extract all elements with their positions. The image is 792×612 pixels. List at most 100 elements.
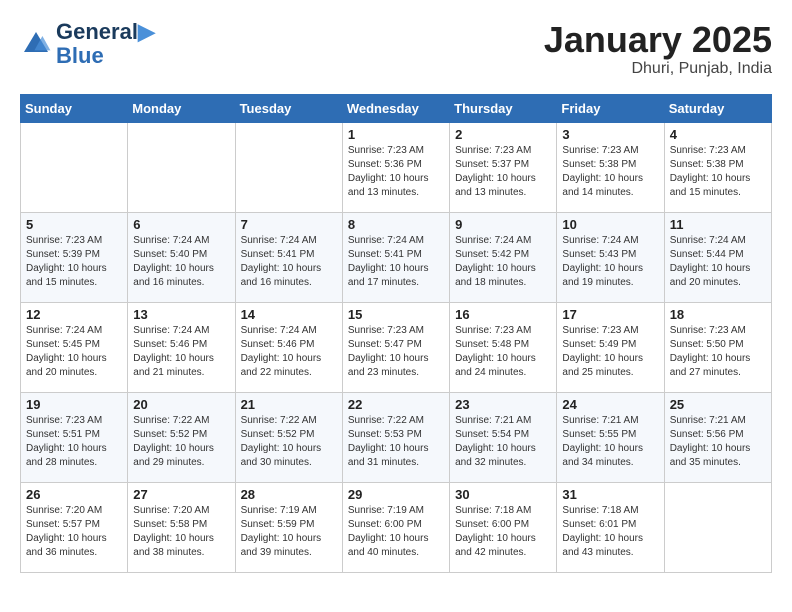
day-number: 18	[670, 307, 766, 322]
day-info: Sunrise: 7:24 AMSunset: 5:46 PMDaylight:…	[133, 324, 229, 380]
day-number: 10	[562, 217, 658, 232]
day-number: 3	[562, 127, 658, 142]
day-number: 29	[348, 487, 444, 502]
calendar-cell: 30 Sunrise: 7:18 AMSunset: 6:00 PMDaylig…	[450, 482, 557, 572]
calendar-cell: 20 Sunrise: 7:22 AMSunset: 5:52 PMDaylig…	[128, 392, 235, 482]
day-info: Sunrise: 7:22 AMSunset: 5:52 PMDaylight:…	[241, 414, 337, 470]
day-info: Sunrise: 7:18 AMSunset: 6:00 PMDaylight:…	[455, 504, 551, 560]
title-block: January 2025 Dhuri, Punjab, India	[544, 20, 772, 78]
calendar-cell: 6 Sunrise: 7:24 AMSunset: 5:40 PMDayligh…	[128, 212, 235, 302]
calendar-cell: 5 Sunrise: 7:23 AMSunset: 5:39 PMDayligh…	[21, 212, 128, 302]
weekday-header-saturday: Saturday	[664, 94, 771, 122]
logo-icon	[20, 28, 52, 60]
day-number: 13	[133, 307, 229, 322]
calendar-cell: 31 Sunrise: 7:18 AMSunset: 6:01 PMDaylig…	[557, 482, 664, 572]
day-number: 12	[26, 307, 122, 322]
calendar-cell: 8 Sunrise: 7:24 AMSunset: 5:41 PMDayligh…	[342, 212, 449, 302]
calendar-cell: 28 Sunrise: 7:19 AMSunset: 5:59 PMDaylig…	[235, 482, 342, 572]
day-info: Sunrise: 7:24 AMSunset: 5:43 PMDaylight:…	[562, 234, 658, 290]
calendar-cell: 23 Sunrise: 7:21 AMSunset: 5:54 PMDaylig…	[450, 392, 557, 482]
day-info: Sunrise: 7:24 AMSunset: 5:40 PMDaylight:…	[133, 234, 229, 290]
day-info: Sunrise: 7:23 AMSunset: 5:38 PMDaylight:…	[670, 144, 766, 200]
day-info: Sunrise: 7:21 AMSunset: 5:56 PMDaylight:…	[670, 414, 766, 470]
weekday-header-friday: Friday	[557, 94, 664, 122]
day-info: Sunrise: 7:24 AMSunset: 5:41 PMDaylight:…	[241, 234, 337, 290]
day-info: Sunrise: 7:23 AMSunset: 5:49 PMDaylight:…	[562, 324, 658, 380]
calendar-cell: 26 Sunrise: 7:20 AMSunset: 5:57 PMDaylig…	[21, 482, 128, 572]
calendar-cell: 3 Sunrise: 7:23 AMSunset: 5:38 PMDayligh…	[557, 122, 664, 212]
day-info: Sunrise: 7:24 AMSunset: 5:46 PMDaylight:…	[241, 324, 337, 380]
calendar-cell: 29 Sunrise: 7:19 AMSunset: 6:00 PMDaylig…	[342, 482, 449, 572]
day-info: Sunrise: 7:20 AMSunset: 5:58 PMDaylight:…	[133, 504, 229, 560]
day-number: 16	[455, 307, 551, 322]
day-info: Sunrise: 7:21 AMSunset: 5:55 PMDaylight:…	[562, 414, 658, 470]
day-number: 17	[562, 307, 658, 322]
day-info: Sunrise: 7:23 AMSunset: 5:39 PMDaylight:…	[26, 234, 122, 290]
calendar-cell	[664, 482, 771, 572]
day-number: 22	[348, 397, 444, 412]
logo-text: General▶ Blue	[56, 20, 155, 68]
weekday-header-thursday: Thursday	[450, 94, 557, 122]
calendar-cell: 22 Sunrise: 7:22 AMSunset: 5:53 PMDaylig…	[342, 392, 449, 482]
day-info: Sunrise: 7:19 AMSunset: 5:59 PMDaylight:…	[241, 504, 337, 560]
calendar-cell: 15 Sunrise: 7:23 AMSunset: 5:47 PMDaylig…	[342, 302, 449, 392]
day-info: Sunrise: 7:24 AMSunset: 5:45 PMDaylight:…	[26, 324, 122, 380]
calendar-cell	[128, 122, 235, 212]
calendar-cell: 21 Sunrise: 7:22 AMSunset: 5:52 PMDaylig…	[235, 392, 342, 482]
weekday-header-sunday: Sunday	[21, 94, 128, 122]
day-info: Sunrise: 7:23 AMSunset: 5:47 PMDaylight:…	[348, 324, 444, 380]
day-number: 28	[241, 487, 337, 502]
day-number: 21	[241, 397, 337, 412]
day-info: Sunrise: 7:24 AMSunset: 5:41 PMDaylight:…	[348, 234, 444, 290]
calendar-cell: 24 Sunrise: 7:21 AMSunset: 5:55 PMDaylig…	[557, 392, 664, 482]
day-number: 7	[241, 217, 337, 232]
day-info: Sunrise: 7:23 AMSunset: 5:50 PMDaylight:…	[670, 324, 766, 380]
day-number: 5	[26, 217, 122, 232]
day-info: Sunrise: 7:22 AMSunset: 5:53 PMDaylight:…	[348, 414, 444, 470]
day-number: 20	[133, 397, 229, 412]
day-info: Sunrise: 7:23 AMSunset: 5:36 PMDaylight:…	[348, 144, 444, 200]
calendar-week-4: 19 Sunrise: 7:23 AMSunset: 5:51 PMDaylig…	[21, 392, 772, 482]
day-number: 11	[670, 217, 766, 232]
month-title: January 2025	[544, 20, 772, 60]
day-info: Sunrise: 7:24 AMSunset: 5:42 PMDaylight:…	[455, 234, 551, 290]
day-info: Sunrise: 7:20 AMSunset: 5:57 PMDaylight:…	[26, 504, 122, 560]
day-info: Sunrise: 7:18 AMSunset: 6:01 PMDaylight:…	[562, 504, 658, 560]
calendar-table: SundayMondayTuesdayWednesdayThursdayFrid…	[20, 94, 772, 573]
calendar-week-3: 12 Sunrise: 7:24 AMSunset: 5:45 PMDaylig…	[21, 302, 772, 392]
day-number: 27	[133, 487, 229, 502]
calendar-cell: 7 Sunrise: 7:24 AMSunset: 5:41 PMDayligh…	[235, 212, 342, 302]
day-number: 9	[455, 217, 551, 232]
calendar-week-5: 26 Sunrise: 7:20 AMSunset: 5:57 PMDaylig…	[21, 482, 772, 572]
day-number: 19	[26, 397, 122, 412]
calendar-cell: 14 Sunrise: 7:24 AMSunset: 5:46 PMDaylig…	[235, 302, 342, 392]
calendar-cell: 10 Sunrise: 7:24 AMSunset: 5:43 PMDaylig…	[557, 212, 664, 302]
day-info: Sunrise: 7:24 AMSunset: 5:44 PMDaylight:…	[670, 234, 766, 290]
calendar-cell: 11 Sunrise: 7:24 AMSunset: 5:44 PMDaylig…	[664, 212, 771, 302]
day-info: Sunrise: 7:23 AMSunset: 5:37 PMDaylight:…	[455, 144, 551, 200]
day-info: Sunrise: 7:22 AMSunset: 5:52 PMDaylight:…	[133, 414, 229, 470]
calendar-cell: 4 Sunrise: 7:23 AMSunset: 5:38 PMDayligh…	[664, 122, 771, 212]
weekday-header-tuesday: Tuesday	[235, 94, 342, 122]
calendar-cell: 1 Sunrise: 7:23 AMSunset: 5:36 PMDayligh…	[342, 122, 449, 212]
day-number: 6	[133, 217, 229, 232]
day-number: 26	[26, 487, 122, 502]
day-number: 14	[241, 307, 337, 322]
day-info: Sunrise: 7:23 AMSunset: 5:51 PMDaylight:…	[26, 414, 122, 470]
weekday-header-row: SundayMondayTuesdayWednesdayThursdayFrid…	[21, 94, 772, 122]
calendar-cell: 17 Sunrise: 7:23 AMSunset: 5:49 PMDaylig…	[557, 302, 664, 392]
day-info: Sunrise: 7:21 AMSunset: 5:54 PMDaylight:…	[455, 414, 551, 470]
day-number: 24	[562, 397, 658, 412]
day-number: 31	[562, 487, 658, 502]
weekday-header-wednesday: Wednesday	[342, 94, 449, 122]
day-number: 30	[455, 487, 551, 502]
calendar-cell: 13 Sunrise: 7:24 AMSunset: 5:46 PMDaylig…	[128, 302, 235, 392]
calendar-cell: 19 Sunrise: 7:23 AMSunset: 5:51 PMDaylig…	[21, 392, 128, 482]
calendar-cell	[235, 122, 342, 212]
calendar-cell: 9 Sunrise: 7:24 AMSunset: 5:42 PMDayligh…	[450, 212, 557, 302]
calendar-cell: 27 Sunrise: 7:20 AMSunset: 5:58 PMDaylig…	[128, 482, 235, 572]
day-number: 23	[455, 397, 551, 412]
day-number: 4	[670, 127, 766, 142]
calendar-cell	[21, 122, 128, 212]
calendar-cell: 16 Sunrise: 7:23 AMSunset: 5:48 PMDaylig…	[450, 302, 557, 392]
